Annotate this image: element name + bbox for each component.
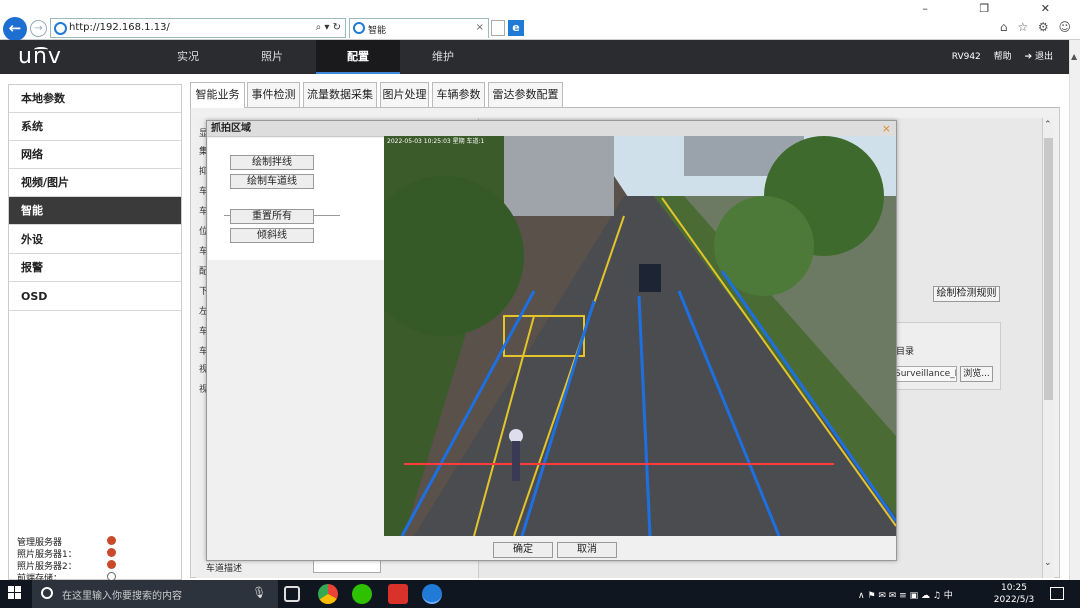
config-tabs: 智能业务 事件检测 流量数据采集 图片处理 车辆参数 雷达参数配置 [190,82,1060,108]
back-arrow-icon[interactable]: ← [3,17,27,41]
draw-laneline-button[interactable]: 绘制车道线 [230,174,314,189]
draw-detection-rule-button[interactable]: 绘制检测规则 [933,286,1000,302]
taskbar: 在这里输入你要搜索的内容 🎙 ∧ ⚑ ✉ ✉ ≡ ▣ ☁ ♫ 中 10:25 2… [0,580,1080,608]
system-tray-icons[interactable]: ∧ ⚑ ✉ ✉ ≡ ▣ ☁ ♫ 中 [858,588,953,601]
page-scroll-up-icon[interactable]: ⌃ [1044,120,1052,130]
taskbar-search[interactable]: 在这里输入你要搜索的内容 🎙 [32,580,278,608]
tab-image-processing[interactable]: 图片处理 [380,82,429,107]
edge-icon[interactable]: e [508,20,524,36]
tab-ie-icon [353,22,365,34]
draw-tripline-button[interactable]: 绘制拌线 [230,155,314,170]
status-dot [107,548,116,557]
notification-icon[interactable] [1050,587,1064,600]
nav-maintenance[interactable]: 维护 [403,40,483,74]
nav-live[interactable]: 实况 [148,40,228,74]
tab-event-detection[interactable]: 事件检测 [247,82,300,107]
browser-tab[interactable]: 智能 × [349,18,489,38]
wps-icon[interactable] [388,584,408,604]
window-scrollbar[interactable]: ▲ [1069,40,1080,580]
scroll-up-icon[interactable]: ▲ [1071,52,1077,61]
unv-logo: unv [18,44,62,69]
forward-arrow-icon[interactable]: → [30,20,47,37]
directory-label: 目录 [896,347,915,357]
sidebar: 本地参数 系统 网络 视频/图片 智能 外设 报警 OSD 管理服务器 照片服务… [8,84,182,584]
tab-title: 智能 [368,26,387,36]
tab-radar-config[interactable]: 雷达参数配置 [488,82,563,107]
tab-traffic-data[interactable]: 流量数据采集 [303,82,377,107]
tab-smart-business[interactable]: 智能业务 [190,82,245,108]
page-scrollbar[interactable]: ⌃ ⌄ [1042,118,1054,578]
address-url: http://192.168.1.13/ [69,22,170,33]
sidebar-item-osd[interactable]: OSD [9,283,181,311]
lane-description-label: 车道描述 [206,564,243,574]
help-link[interactable]: 帮助 [994,52,1012,62]
windows-start-icon[interactable] [8,586,22,600]
ie-taskbar-icon[interactable] [422,584,442,604]
app-header: unv 实况 照片 配置 维护 RV942 帮助 ➔ 退出 [0,40,1069,74]
logout-link[interactable]: 退出 [1035,52,1053,62]
dialog-close-icon[interactable]: × [882,122,891,135]
lane-description-input[interactable] [313,559,381,573]
dialog-tool-panel: 绘制拌线 绘制车道线 重置所有 倾斜线 [208,138,385,260]
sidebar-item-intelligent[interactable]: 智能 [9,197,181,225]
road-scene-image [364,136,898,537]
camera-video-frame[interactable]: 2022-05-03 10:25:03 星期 车道:1 [364,136,898,537]
header-right: RV942 帮助 ➔ 退出 [952,40,1053,74]
search-placeholder: 在这里输入你要搜索的内容 [62,591,182,602]
status-dot [107,560,116,569]
address-bar[interactable]: http://192.168.1.13/ ⌕ ▾ ↻ [50,18,346,38]
sidebar-item-peripheral[interactable]: 外设 [9,226,181,254]
nav-photos[interactable]: 照片 [232,40,312,74]
device-model: RV942 [951,52,981,62]
clock-date: 2022/5/3 [993,595,1035,605]
reset-all-button[interactable]: 重置所有 [230,209,314,224]
sidebar-item-network[interactable]: 网络 [9,141,181,169]
capture-area-dialog: 抓拍区域 × 绘制拌线 绘制车道线 重置所有 倾斜线 2022-05-03 10… [206,120,898,561]
logout-icon[interactable]: ➔ [1025,52,1033,62]
tab-close-icon[interactable]: × [476,22,484,33]
directory-input[interactable]: Surveillance_I [894,366,957,382]
tab-vehicle-params[interactable]: 车辆参数 [432,82,485,107]
chrome-icon[interactable] [318,584,338,604]
clock-time: 10:25 [1001,583,1027,593]
task-view-icon[interactable] [284,586,300,602]
tilt-line-button[interactable]: 倾斜线 [230,228,314,243]
address-tools-icon[interactable]: ⌕ ▾ ↻ [316,22,341,33]
page-scroll-down-icon[interactable]: ⌄ [1044,558,1052,568]
new-tab-icon[interactable] [491,20,505,36]
ok-button[interactable]: 确定 [493,542,553,558]
ie-page-icon [54,22,67,35]
sidebar-item-system[interactable]: 系统 [9,113,181,141]
browser-toolbar-icons[interactable]: ⌂ ☆ ⚙ ☺ [1000,20,1074,34]
sidebar-item-local[interactable]: 本地参数 [9,85,181,113]
status-dot [107,536,116,545]
video-osd-text: 2022-05-03 10:25:03 星期 车道:1 [387,138,485,145]
cancel-button[interactable]: 取消 [557,542,617,558]
nav-config[interactable]: 配置 [316,40,400,74]
wechat-icon[interactable] [352,584,372,604]
browse-button[interactable]: 浏览... [960,366,993,382]
taskbar-clock[interactable]: 10:25 2022/5/3 [992,582,1036,606]
window-controls[interactable]: – ❐ ✕ [922,2,1074,15]
search-circle-icon [41,587,53,599]
dialog-title: 抓拍区域 [207,121,896,137]
microphone-icon[interactable]: 🎙 [252,586,266,599]
browser-chrome: ← → http://192.168.1.13/ ⌕ ▾ ↻ 智能 × e – … [0,0,1080,41]
sidebar-item-video[interactable]: 视频/图片 [9,169,181,197]
page-scroll-thumb[interactable] [1044,138,1053,400]
sidebar-item-alarm[interactable]: 报警 [9,254,181,282]
